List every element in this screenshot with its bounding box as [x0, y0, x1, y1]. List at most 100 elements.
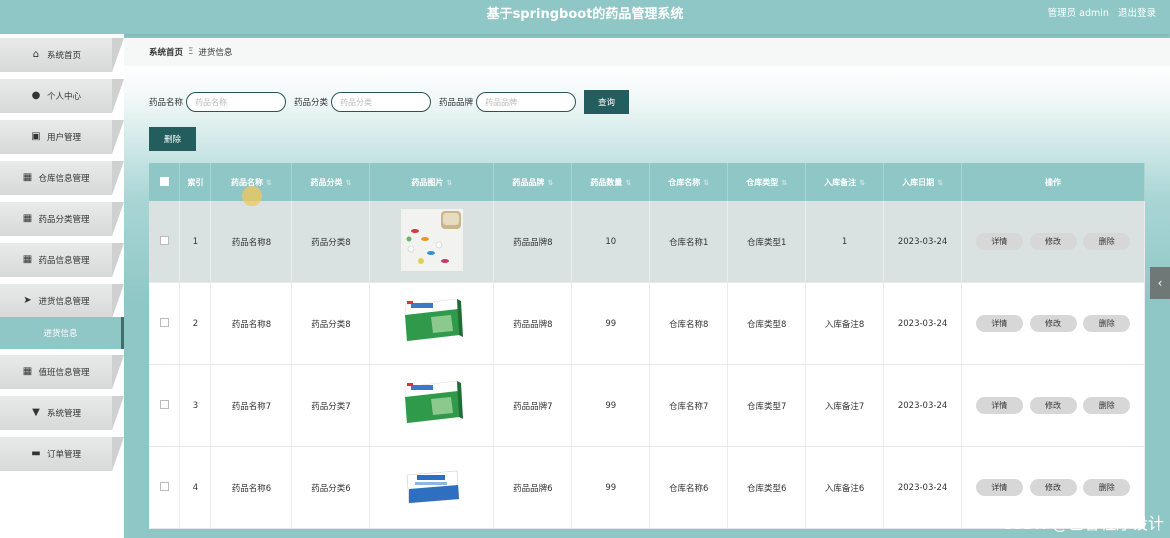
cell-stock-note: 1 — [805, 201, 885, 283]
drug-brand-input[interactable] — [476, 92, 577, 112]
delete-button[interactable]: 删除 — [1083, 233, 1131, 250]
cell-drug-quantity: 99 — [571, 446, 651, 529]
row-checkbox[interactable] — [159, 317, 169, 327]
sort-icon[interactable]: ⇅ — [781, 179, 787, 187]
column-header-drug-category[interactable]: 药品分类 ⇅ — [291, 163, 371, 201]
detail-button[interactable]: 详情 — [975, 479, 1023, 496]
cell-warehouse-type: 仓库类型1 — [727, 201, 807, 283]
chevron-left-icon[interactable]: ‹ — [1150, 267, 1170, 299]
select-all-checkbox[interactable] — [159, 176, 169, 186]
cell-warehouse-name: 仓库名称1 — [649, 201, 729, 283]
row-checkbox[interactable] — [159, 235, 169, 245]
table-row[interactable]: 2 药品名称8 药品分类8 药品品牌8 99 仓库名称8 仓库类型8 入库备注8… — [149, 282, 1145, 365]
breadcrumb-home[interactable]: 系统首页 — [149, 46, 183, 58]
drug-brand-label: 药品品牌 — [439, 98, 474, 108]
sidebar-item-user-management[interactable]: ▣ 用户管理 — [0, 120, 124, 154]
logout-link[interactable]: 退出登录 — [1118, 8, 1156, 19]
sidebar-item-label: 值班信息管理 — [38, 368, 90, 378]
cell-warehouse-type: 仓库类型6 — [727, 446, 807, 529]
column-header-actions: 操作 — [961, 163, 1145, 201]
sidebar-item-orders[interactable]: ▬ 订单管理 — [0, 437, 124, 471]
cell-drug-image — [369, 282, 495, 365]
sidebar-item-duty[interactable]: ▦ 值班信息管理 — [0, 355, 124, 389]
cell-actions: 详情 修改 删除 — [961, 201, 1145, 283]
cell-drug-image — [369, 364, 495, 447]
select-all-cell[interactable] — [149, 163, 181, 201]
mouse-cursor-highlight — [242, 186, 262, 206]
column-header-stock-date[interactable]: 入库日期 ⇅ — [883, 163, 963, 201]
watermark-text: CSDN @艺馨程序设计 — [1001, 514, 1164, 533]
table-row[interactable]: 4 药品名称6 药品分类6 药品品牌6 99 仓库名称6 仓库类型6 入库备注6… — [149, 446, 1145, 529]
home-icon: ⌂ — [32, 49, 40, 60]
cell-stock-date: 2023-03-24 — [883, 364, 963, 447]
send-icon: ➤ — [23, 295, 32, 306]
user-icon: ● — [31, 90, 41, 101]
sidebar-item-label: 仓库信息管理 — [38, 174, 90, 184]
row-checkbox[interactable] — [159, 481, 169, 491]
batch-delete-button[interactable]: 删除 — [149, 127, 197, 151]
sidebar-item-drug-info[interactable]: ▦ 药品信息管理 — [0, 243, 124, 277]
sidebar-item-system[interactable]: ▼ 系统管理 — [0, 396, 124, 430]
sort-icon[interactable]: ⇅ — [266, 179, 272, 187]
drug-name-input[interactable] — [186, 92, 287, 112]
edit-button[interactable]: 修改 — [1029, 233, 1077, 250]
column-header-drug-image[interactable]: 药品图片 ⇅ — [369, 163, 495, 201]
query-button[interactable]: 查询 — [584, 90, 630, 114]
sidebar-item-warehouse[interactable]: ▦ 仓库信息管理 — [0, 161, 124, 195]
cell-drug-category: 药品分类8 — [291, 201, 371, 283]
detail-button[interactable]: 详情 — [975, 397, 1023, 414]
sidebar: ⌂ 系统首页 ● 个人中心 ▣ 用户管理 ▦ 仓库信息管理 ▦ 药品分类管理 ▦… — [0, 34, 124, 538]
cell-index: 2 — [179, 282, 212, 365]
sort-icon[interactable]: ⇅ — [703, 179, 709, 187]
detail-button[interactable]: 详情 — [975, 233, 1023, 250]
detail-button[interactable]: 详情 — [975, 315, 1023, 332]
cell-warehouse-name: 仓库名称7 — [649, 364, 729, 447]
breadcrumb-current: 进货信息 — [198, 48, 233, 58]
row-checkbox[interactable] — [159, 399, 169, 409]
cell-drug-category: 药品分类6 — [291, 446, 371, 529]
cell-drug-image — [369, 201, 495, 283]
edit-button[interactable]: 修改 — [1029, 315, 1077, 332]
sort-icon[interactable]: ⇅ — [859, 179, 865, 187]
sidebar-subitem-purchase-info[interactable]: 进货信息 — [0, 317, 124, 349]
drug-category-input[interactable] — [331, 92, 432, 112]
cell-index: 1 — [179, 201, 212, 283]
sort-icon[interactable]: ⇅ — [547, 179, 553, 187]
column-header-warehouse-type[interactable]: 仓库类型 ⇅ — [727, 163, 807, 201]
delete-button[interactable]: 删除 — [1083, 479, 1131, 496]
cell-stock-date: 2023-03-24 — [883, 282, 963, 365]
sort-icon[interactable]: ⇅ — [625, 179, 631, 187]
blue-box-image — [406, 470, 460, 504]
cell-drug-category: 药品分类7 — [291, 364, 371, 447]
sidebar-item-purchase[interactable]: ➤ 进货信息管理 — [0, 284, 124, 318]
sort-icon[interactable]: ⇅ — [446, 179, 452, 187]
cell-warehouse-name: 仓库名称8 — [649, 282, 729, 365]
cell-drug-brand: 药品品牌6 — [493, 446, 573, 529]
cell-drug-brand: 药品品牌8 — [493, 282, 573, 365]
sidebar-item-personal-center[interactable]: ● 个人中心 — [0, 79, 124, 113]
cell-warehouse-name: 仓库名称6 — [649, 446, 729, 529]
system-title: 基于springboot的药品管理系统 — [486, 7, 684, 22]
drug-name-label: 药品名称 — [149, 98, 184, 108]
delete-button[interactable]: 删除 — [1083, 397, 1131, 414]
sort-icon[interactable]: ⇅ — [345, 179, 351, 187]
cell-index: 3 — [179, 364, 212, 447]
delete-button[interactable]: 删除 — [1083, 315, 1131, 332]
cell-stock-note: 入库备注7 — [805, 364, 885, 447]
column-header-drug-brand[interactable]: 药品品牌 ⇅ — [493, 163, 573, 201]
edit-button[interactable]: 修改 — [1029, 479, 1077, 496]
column-header-stock-note[interactable]: 入库备注 ⇅ — [805, 163, 885, 201]
column-header-warehouse-name[interactable]: 仓库名称 ⇅ — [649, 163, 729, 201]
order-icon: ▬ — [31, 448, 41, 459]
sidebar-item-label: 药品分类管理 — [38, 215, 90, 225]
top-header: 基于springboot的药品管理系统 管理员 admin 退出登录 — [0, 0, 1170, 34]
admin-username: 管理员 admin — [1047, 8, 1109, 19]
sidebar-item-drug-category[interactable]: ▦ 药品分类管理 — [0, 202, 124, 236]
table-row[interactable]: 3 药品名称7 药品分类7 药品品牌7 99 仓库名称7 仓库类型7 入库备注7… — [149, 364, 1145, 447]
column-header-drug-quantity[interactable]: 药品数量 ⇅ — [571, 163, 651, 201]
cell-actions: 详情 修改 删除 — [961, 364, 1145, 447]
edit-button[interactable]: 修改 — [1029, 397, 1077, 414]
sidebar-item-home[interactable]: ⌂ 系统首页 — [0, 38, 124, 72]
sort-icon[interactable]: ⇅ — [937, 179, 943, 187]
table-row[interactable]: 1 药品名称8 药品分类8 药品品牌8 10 仓库名称1 仓库类型1 1 202… — [149, 201, 1145, 283]
